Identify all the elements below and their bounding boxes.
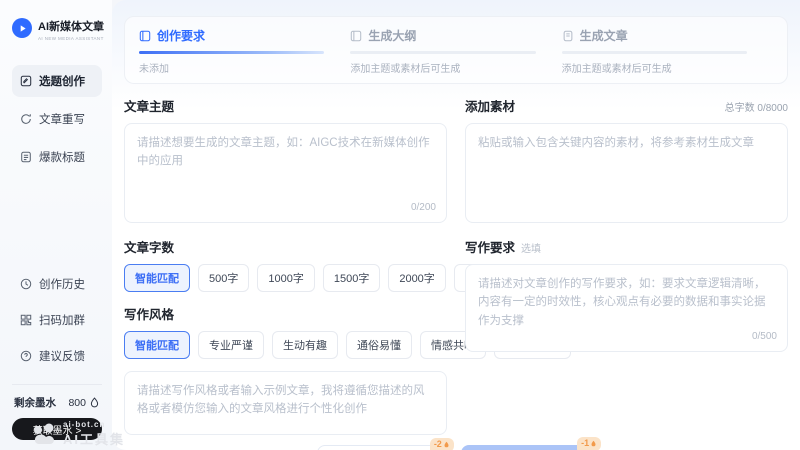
- requirements-char-counter: 0/500: [752, 329, 777, 345]
- word-count-chip-500[interactable]: 500字: [198, 264, 249, 292]
- sidebar-item-scan-join-group[interactable]: 扫码加群: [12, 304, 102, 336]
- ink-balance-value: 800: [68, 397, 86, 409]
- sidebar-item-label: 选题创作: [39, 73, 85, 89]
- topic-textarea[interactable]: 请描述想要生成的文章主题，如：AIGC技术在新媒体创作中的应用 0/200: [124, 123, 447, 223]
- sidebar-item-hot-title[interactable]: 爆款标题: [12, 141, 102, 173]
- word-count-chip-1000[interactable]: 1000字: [257, 264, 314, 292]
- rewrite-icon: [20, 113, 32, 125]
- ink-balance: 剩余墨水 800: [12, 395, 102, 418]
- article-doc-icon: [562, 30, 574, 42]
- sidebar-item-feedback[interactable]: 建议反馈: [12, 340, 102, 372]
- app-title: AI新媒体文章: [38, 18, 104, 34]
- requirements-section-title: 写作要求 选填: [465, 237, 788, 256]
- tab-status: 添加主题或素材后可生成: [350, 60, 535, 75]
- ink-balance-label: 剩余墨水: [14, 395, 56, 410]
- app-subtitle: AI NEW MEDIA ASSISTANT: [38, 36, 104, 41]
- page: { "app": { "logo_title": "AI新媒体文章", "log…: [0, 0, 800, 450]
- get-ink-button[interactable]: 获取墨水 >: [12, 418, 102, 440]
- sidebar-item-label: 创作历史: [39, 276, 85, 292]
- left-column: 文章主题 请描述想要生成的文章主题，如：AIGC技术在新媒体创作中的应用 0/2…: [124, 96, 447, 435]
- feedback-icon: [20, 350, 32, 362]
- tab-status: 未添加: [139, 60, 324, 75]
- style-chip-professional[interactable]: 专业严谨: [198, 331, 264, 359]
- step-progress-bar: [350, 51, 535, 54]
- sidebar-item-label: 扫码加群: [39, 312, 85, 328]
- style-chip-easy[interactable]: 通俗易懂: [346, 331, 412, 359]
- topic-char-counter: 0/200: [411, 200, 436, 216]
- style-section-title: 写作风格: [124, 304, 447, 323]
- word-count-chip-1500[interactable]: 1500字: [323, 264, 380, 292]
- tab-status: 添加主题或素材后可生成: [562, 60, 747, 75]
- word-count-section-title: 文章字数: [124, 237, 447, 256]
- sidebar-item-history[interactable]: 创作历史: [12, 268, 102, 300]
- edit-icon: [20, 75, 32, 87]
- step-progress-bar: [562, 51, 747, 54]
- sidebar: AI新媒体文章 AI NEW MEDIA ASSISTANT 选题创作 文章重写…: [0, 0, 112, 450]
- sidebar-divider: [12, 384, 102, 385]
- word-count-options: 智能匹配 500字 1000字 1500字 2000字 2500字以上: [124, 264, 447, 292]
- right-column: 添加素材 总字数 0/8000 粘贴或输入包含关键内容的素材，将参考素材生成文章…: [465, 96, 788, 435]
- footer-actions: -2 直接生成文章 -1 生成大纲 NEXT: [124, 435, 788, 450]
- main-panel: 创作要求 未添加 生成大纲 添加主题或素材后可生成 生成文章 添加主题或素材后可…: [112, 0, 800, 450]
- sidebar-item-label: 爆款标题: [39, 149, 85, 165]
- sidebar-item-label: 建议反馈: [39, 348, 85, 364]
- style-placeholder: 请描述写作风格或者输入示例文章，我将遵循您描述的风格或者模仿您输入的文章风格进行…: [137, 385, 425, 415]
- app-logo: AI新媒体文章 AI NEW MEDIA ASSISTANT: [12, 18, 102, 41]
- style-options: 智能匹配 专业严谨 生动有趣 通俗易懂 情感共鸣 个性化风格: [124, 331, 447, 359]
- ink-drop-icon: [443, 441, 450, 448]
- generate-outline-button[interactable]: -1 生成大纲 NEXT: [461, 445, 595, 450]
- clock-icon: [20, 278, 32, 290]
- tab-generate-article[interactable]: 生成文章 添加主题或素材后可生成: [562, 27, 773, 75]
- requirements-doc-icon: [139, 30, 151, 42]
- style-chip-vivid[interactable]: 生动有趣: [272, 331, 338, 359]
- ink-drop-icon: [89, 397, 100, 408]
- material-title-text: 添加素材: [465, 96, 515, 115]
- tab-label: 生成文章: [580, 27, 628, 44]
- requirements-placeholder: 请描述对文章创作的写作要求，如：要求文章逻辑清晰，内容有一定的时效性，核心观点有…: [478, 278, 766, 327]
- play-logo-icon: [12, 18, 32, 38]
- sidebar-item-article-rewrite[interactable]: 文章重写: [12, 103, 102, 135]
- word-count-chip-smart[interactable]: 智能匹配: [124, 264, 190, 292]
- sidebar-nav: 选题创作 文章重写 爆款标题: [12, 65, 102, 179]
- style-chip-smart[interactable]: 智能匹配: [124, 331, 190, 359]
- sidebar-bottom-nav: 创作历史 扫码加群 建议反馈: [12, 268, 102, 376]
- steps-bar: 创作要求 未添加 生成大纲 添加主题或素材后可生成 生成文章 添加主题或素材后可…: [124, 16, 788, 84]
- material-placeholder: 粘贴或输入包含关键内容的素材，将参考素材生成文章: [478, 137, 754, 149]
- tab-label: 创作要求: [157, 27, 205, 44]
- material-section-title: 添加素材 总字数 0/8000: [465, 96, 788, 115]
- material-total-counter: 总字数 0/8000: [725, 99, 788, 114]
- topic-placeholder: 请描述想要生成的文章主题，如：AIGC技术在新媒体创作中的应用: [137, 137, 430, 167]
- article-cost-badge: -2: [430, 438, 454, 450]
- tab-creation-requirements[interactable]: 创作要求 未添加: [139, 27, 350, 75]
- qr-group-icon: [20, 314, 32, 326]
- style-textarea[interactable]: 请描述写作风格或者输入示例文章，我将遵循您描述的风格或者模仿您输入的文章风格进行…: [124, 371, 447, 435]
- word-count-chip-2000[interactable]: 2000字: [388, 264, 445, 292]
- sidebar-item-topic-creation[interactable]: 选题创作: [12, 65, 102, 97]
- step-progress-bar: [139, 51, 324, 54]
- generate-article-button[interactable]: -2 直接生成文章: [317, 445, 449, 450]
- requirements-optional-label: 选填: [521, 240, 541, 255]
- title-doc-icon: [20, 151, 32, 163]
- requirements-title-text: 写作要求: [465, 237, 515, 256]
- tab-generate-outline[interactable]: 生成大纲 添加主题或素材后可生成: [350, 27, 561, 75]
- outline-cost-badge: -1: [577, 437, 601, 450]
- topic-section-title: 文章主题: [124, 96, 447, 115]
- sidebar-item-label: 文章重写: [39, 111, 85, 127]
- outline-doc-icon: [350, 30, 362, 42]
- requirements-textarea[interactable]: 请描述对文章创作的写作要求，如：要求文章逻辑清晰，内容有一定的时效性，核心观点有…: [465, 264, 788, 352]
- material-textarea[interactable]: 粘贴或输入包含关键内容的素材，将参考素材生成文章: [465, 123, 788, 223]
- ink-drop-icon: [590, 440, 597, 447]
- tab-label: 生成大纲: [368, 27, 416, 44]
